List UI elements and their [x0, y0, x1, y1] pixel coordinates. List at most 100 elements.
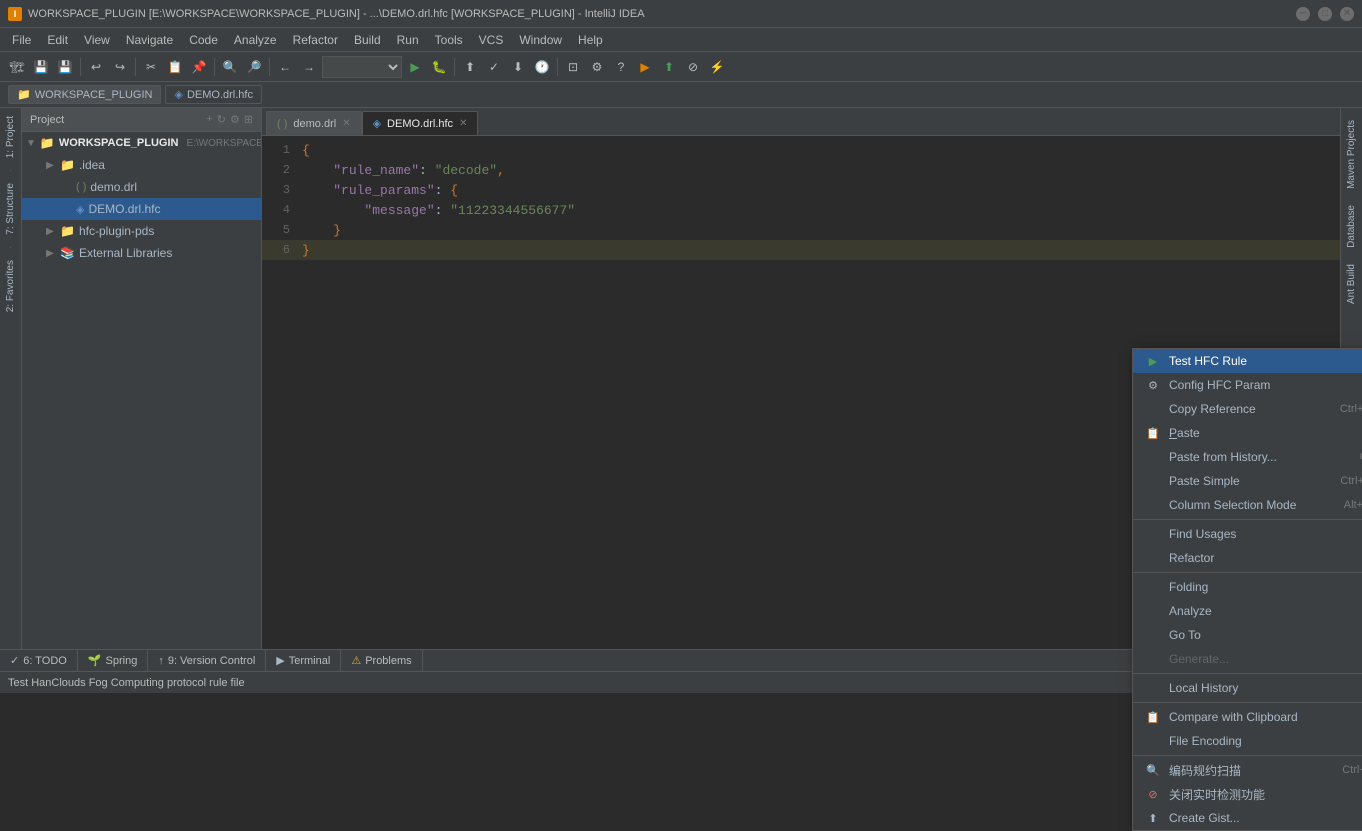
menu-refactor[interactable]: Refactor	[285, 31, 346, 49]
bottom-tab-problems[interactable]: ⚠ Problems	[341, 650, 422, 672]
maximize-button[interactable]: □	[1318, 7, 1332, 21]
toolbar-terminal[interactable]: ⊡	[562, 56, 584, 78]
menu-edit[interactable]: Edit	[39, 31, 76, 49]
ctx-paste-simple-shortcut: Ctrl+Alt+Shift+V	[1340, 475, 1362, 487]
menu-file[interactable]: File	[4, 31, 39, 49]
tree-expand-ext-libs: ▶	[46, 248, 56, 259]
menu-window[interactable]: Window	[511, 31, 570, 49]
tree-item-hfc-plugin[interactable]: ▶ 📁 hfc-plugin-pds	[22, 220, 261, 242]
tree-item-ext-libs[interactable]: ▶ 📚 External Libraries	[22, 242, 261, 264]
bottom-tab-spring[interactable]: 🌱 Spring	[78, 650, 149, 672]
menu-run[interactable]: Run	[389, 31, 427, 49]
bottom-tab-terminal[interactable]: ▶ Terminal	[266, 650, 341, 672]
toolbar-find[interactable]: 🔍	[219, 56, 241, 78]
sidebar-database[interactable]: Database	[1344, 197, 1359, 256]
ctx-folding[interactable]: Folding ›	[1133, 575, 1362, 599]
toolbar-undo[interactable]: ↩	[85, 56, 107, 78]
minimize-button[interactable]: ─	[1296, 7, 1310, 21]
ctx-refactor[interactable]: Refactor ›	[1133, 546, 1362, 570]
toolbar-find-replace[interactable]: 🔎	[243, 56, 265, 78]
bottom-tab-todo[interactable]: ✓ 6: TODO	[0, 650, 78, 672]
ctx-realtime-check[interactable]: ⊘ 关闭实时检测功能	[1133, 782, 1362, 806]
ctx-analyze[interactable]: Analyze ›	[1133, 599, 1362, 623]
toolbar-commit[interactable]: ✓	[483, 56, 505, 78]
menu-view[interactable]: View	[76, 31, 118, 49]
toolbar-run-config[interactable]	[322, 56, 402, 78]
menu-analyze[interactable]: Analyze	[226, 31, 285, 49]
code-check-icon: 🔍	[1145, 762, 1161, 778]
toolbar-save-all[interactable]: 💾	[54, 56, 76, 78]
demo-hfc-tab[interactable]: ◈ DEMO.drl.hfc	[165, 85, 261, 104]
ctx-local-history[interactable]: Local History ›	[1133, 676, 1362, 700]
toolbar-nav-back[interactable]: ←	[274, 56, 296, 78]
toolbar-paste[interactable]: 📌	[188, 56, 210, 78]
menu-vcs[interactable]: VCS	[471, 31, 512, 49]
tree-item-demo-drl[interactable]: ( ) demo.drl	[22, 176, 261, 198]
sidebar-item-structure[interactable]: 7: Structure	[3, 175, 18, 243]
toolbar-history[interactable]: 🕐	[531, 56, 553, 78]
ctx-copy-reference-shortcut: Ctrl+Alt+Shift+C	[1340, 403, 1362, 415]
ctx-find-usages[interactable]: Find Usages Alt+F7	[1133, 522, 1362, 546]
menu-build[interactable]: Build	[346, 31, 389, 49]
toolbar-help[interactable]: ?	[610, 56, 632, 78]
tab-demo-hfc-label: DEMO.drl.hfc	[387, 118, 453, 130]
bottom-tab-version-control[interactable]: ↑ 9: Version Control	[148, 650, 266, 672]
tree-action-add[interactable]: +	[206, 113, 212, 126]
ctx-paste[interactable]: 📋 Paste Ctrl+V	[1133, 421, 1362, 445]
menu-tools[interactable]: Tools	[427, 31, 471, 49]
toolbar-nav-forward[interactable]: →	[298, 56, 320, 78]
tree-action-sync[interactable]: ↻	[217, 113, 226, 126]
toolbar-cut[interactable]: ✂	[140, 56, 162, 78]
ctx-config-hfc-param[interactable]: ⚙ Config HFC Param	[1133, 373, 1362, 397]
ctx-code-check[interactable]: 🔍 编码规约扫描 Ctrl+Alt+Shift+J	[1133, 758, 1362, 782]
ctx-find-usages-label: Find Usages	[1169, 527, 1362, 541]
editor-tabs: ( ) demo.drl ✕ ◈ DEMO.drl.hfc ✕	[262, 108, 1340, 136]
ctx-paste-history[interactable]: Paste from History... Ctrl+Shift+V	[1133, 445, 1362, 469]
tree-item-demo-hfc[interactable]: ◈ DEMO.drl.hfc	[22, 198, 261, 220]
tab-demo-hfc-close[interactable]: ✕	[459, 118, 467, 129]
toolbar-debug[interactable]: 🐛	[428, 56, 450, 78]
tree-action-expand[interactable]: ⊞	[244, 113, 253, 126]
tab-demo-drl[interactable]: ( ) demo.drl ✕	[266, 111, 362, 135]
ctx-paste-simple[interactable]: Paste Simple Ctrl+Alt+Shift+V	[1133, 469, 1362, 493]
ctx-go-to[interactable]: Go To ›	[1133, 623, 1362, 647]
code-line-1: 1 {	[262, 140, 1340, 160]
sidebar-item-favorites[interactable]: 2: Favorites	[3, 252, 18, 320]
ctx-create-gist[interactable]: ⬆ Create Gist...	[1133, 806, 1362, 830]
ctx-column-selection[interactable]: Column Selection Mode Alt+Shift+Insert	[1133, 493, 1362, 517]
toolbar-vcs[interactable]: ⬆	[459, 56, 481, 78]
toolbar-update[interactable]: ⬇	[507, 56, 529, 78]
menu-navigate[interactable]: Navigate	[118, 31, 181, 49]
line-content-5: }	[298, 223, 1340, 238]
ctx-test-hfc-rule[interactable]: ▶ Test HFC Rule	[1133, 349, 1362, 373]
ctx-generate[interactable]: Generate... Alt+Insert	[1133, 647, 1362, 671]
tree-item-idea[interactable]: ▶ 📁 .idea	[22, 154, 261, 176]
tree-root-workspace[interactable]: ▼ 📁 WORKSPACE_PLUGIN E:\WORKSPACE\WORKSP…	[22, 132, 261, 154]
ctx-compare-clipboard[interactable]: 📋 Compare with Clipboard	[1133, 705, 1362, 729]
toolbar-plugin3[interactable]: ⚡	[706, 56, 728, 78]
menu-help[interactable]: Help	[570, 31, 611, 49]
toolbar-run[interactable]: ▶	[404, 56, 426, 78]
toolbar-plugin2[interactable]: ⊘	[682, 56, 704, 78]
toolbar-settings[interactable]: ⚙	[586, 56, 608, 78]
menu-code[interactable]: Code	[181, 31, 226, 49]
sidebar-maven-projects[interactable]: Maven Projects	[1344, 112, 1359, 197]
toolbar-save[interactable]: 💾	[30, 56, 52, 78]
close-button[interactable]: ✕	[1340, 7, 1354, 21]
toolbar-plugin1[interactable]: ⬆	[658, 56, 680, 78]
workspace-plugin-tab[interactable]: 📁 WORKSPACE_PLUGIN	[8, 85, 161, 104]
generate-icon	[1145, 651, 1161, 667]
ctx-file-encoding[interactable]: File Encoding	[1133, 729, 1362, 753]
sidebar-ant-build[interactable]: Ant Build	[1344, 256, 1359, 312]
tab-demo-drl-close[interactable]: ✕	[342, 118, 350, 129]
vc-icon: ↑	[158, 655, 164, 667]
workspace-root-path: E:\WORKSPACE\WORKSPACE_PLUGIN	[186, 138, 262, 149]
sidebar-item-project[interactable]: 1: Project	[3, 108, 18, 166]
line-content-6: }	[298, 243, 1340, 258]
ctx-copy-reference[interactable]: Copy Reference Ctrl+Alt+Shift+C	[1133, 397, 1362, 421]
tree-action-gear[interactable]: ⚙	[230, 113, 240, 126]
tab-demo-hfc[interactable]: ◈ DEMO.drl.hfc ✕	[362, 111, 479, 135]
toolbar-copy[interactable]: 📋	[164, 56, 186, 78]
toolbar-redo[interactable]: ↪	[109, 56, 131, 78]
toolbar-run2[interactable]: ▶	[634, 56, 656, 78]
